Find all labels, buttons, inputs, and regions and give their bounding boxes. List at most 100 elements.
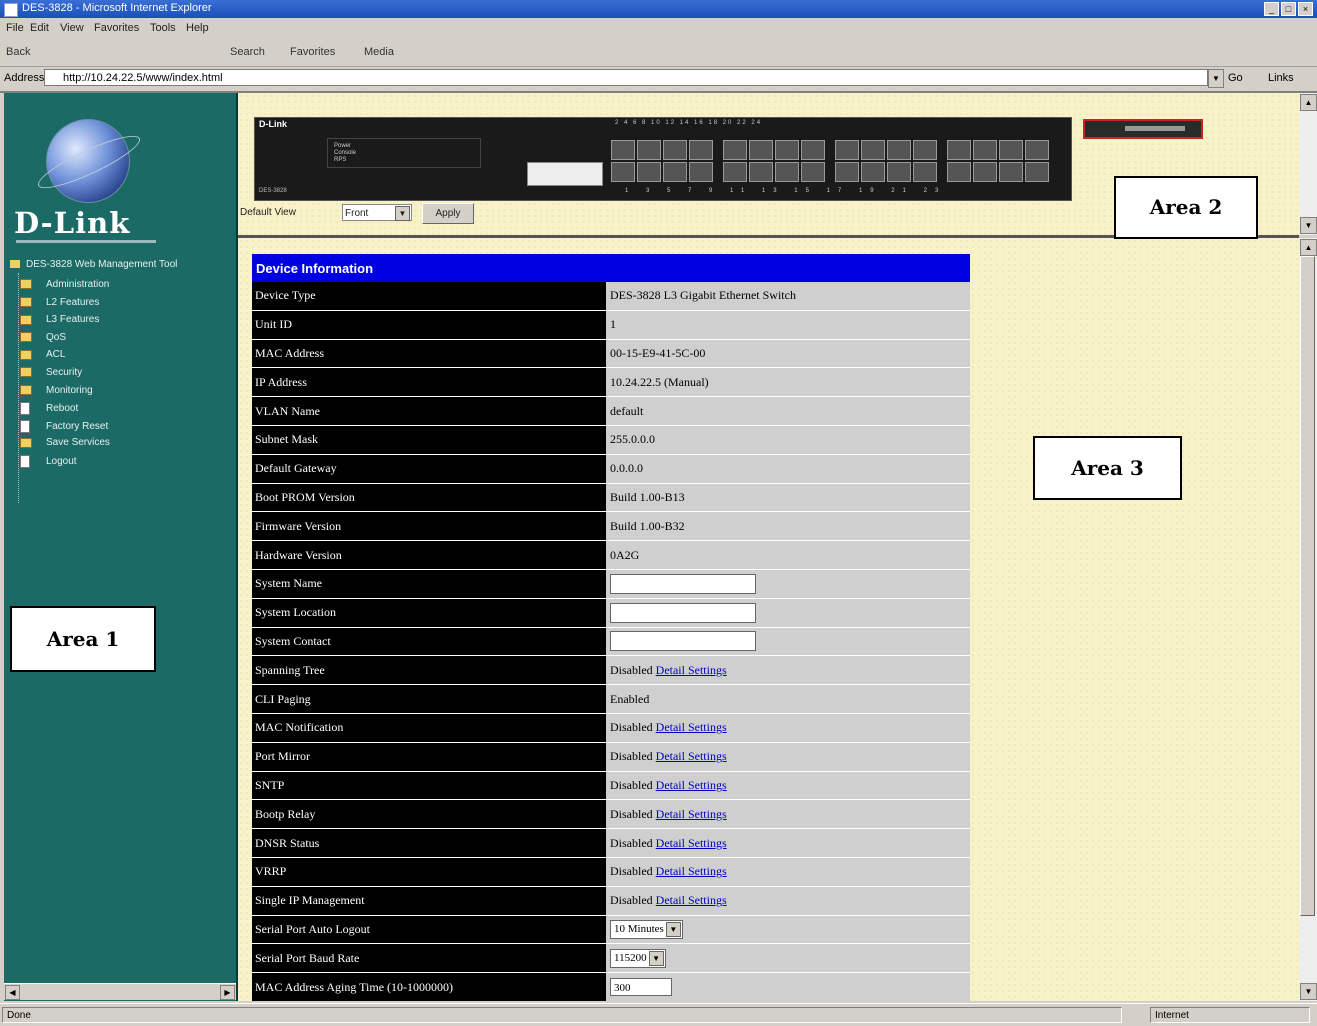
scroll-down-icon[interactable]: ▼ — [1300, 983, 1317, 1000]
ethernet-port[interactable] — [611, 162, 635, 182]
detail-settings-link[interactable]: Detail Settings — [656, 807, 727, 821]
scroll-right-icon[interactable]: ▶ — [220, 985, 235, 1000]
detail-settings-link[interactable]: Detail Settings — [656, 864, 727, 878]
detail-settings-link[interactable]: Detail Settings — [656, 749, 727, 763]
ethernet-port[interactable] — [611, 140, 635, 160]
scroll-up-icon[interactable]: ▲ — [1300, 239, 1317, 256]
sidebar-item-save-services[interactable]: Save Services — [20, 437, 110, 455]
ethernet-port[interactable] — [835, 140, 859, 160]
ethernet-port[interactable] — [861, 162, 885, 182]
ethernet-port[interactable] — [723, 162, 747, 182]
sidebar-horizontal-scrollbar[interactable]: ◀ ▶ — [4, 983, 236, 1000]
sidebar-item-administration[interactable]: Administration — [20, 279, 110, 297]
status-led-panel: Power Console RPS — [327, 138, 481, 168]
sidebar-item-label: Save Services — [46, 437, 110, 449]
main-frame-scrollbar[interactable]: ▲ ▼ — [1299, 238, 1317, 1001]
detail-settings-link[interactable]: Detail Settings — [656, 778, 727, 792]
media-button[interactable]: Media — [364, 46, 394, 58]
number-input[interactable]: 300 — [610, 978, 672, 997]
ethernet-port[interactable] — [947, 162, 971, 182]
ethernet-port[interactable] — [913, 162, 937, 182]
favorites-button[interactable]: Favorites — [290, 46, 335, 58]
menu-tools[interactable]: Tools — [150, 22, 176, 34]
links-button[interactable]: Links — [1268, 72, 1294, 84]
go-button[interactable]: Go — [1228, 72, 1243, 84]
row-label: VLAN Name — [252, 396, 606, 426]
ethernet-port[interactable] — [999, 162, 1023, 182]
ethernet-port[interactable] — [947, 140, 971, 160]
ethernet-port[interactable] — [887, 140, 911, 160]
ethernet-port[interactable] — [801, 162, 825, 182]
ethernet-port[interactable] — [637, 140, 661, 160]
text-input[interactable] — [610, 631, 756, 652]
select-field[interactable]: 10 Minutes ▼ — [610, 919, 683, 939]
ethernet-port[interactable] — [663, 162, 687, 182]
detail-settings-link[interactable]: Detail Settings — [656, 836, 727, 850]
table-row: CLI Paging Enabled — [252, 684, 970, 714]
address-dropdown-icon[interactable]: ▼ — [1208, 69, 1224, 88]
ethernet-port[interactable] — [723, 140, 747, 160]
sidebar-item-acl[interactable]: ACL — [20, 349, 110, 367]
row-label: Single IP Management — [252, 886, 606, 916]
menu-favorites[interactable]: Favorites — [94, 22, 139, 34]
ethernet-port[interactable] — [749, 162, 773, 182]
ethernet-port[interactable] — [1025, 162, 1049, 182]
sidebar-item-security[interactable]: Security — [20, 367, 110, 385]
row-value: Disabled Detail Settings — [606, 655, 970, 686]
detail-settings-link[interactable]: Detail Settings — [656, 893, 727, 907]
scroll-down-icon[interactable]: ▼ — [1300, 217, 1317, 234]
ethernet-port[interactable] — [775, 162, 799, 182]
ethernet-port[interactable] — [861, 140, 885, 160]
status-value: Disabled — [610, 777, 653, 792]
select-field[interactable]: 115200 ▼ — [610, 948, 666, 968]
row-label: Serial Port Baud Rate — [252, 943, 606, 974]
scroll-up-icon[interactable]: ▲ — [1300, 94, 1317, 111]
sidebar-item-reboot[interactable]: Reboot — [20, 402, 110, 420]
view-select[interactable]: Front ▼ — [342, 204, 412, 221]
detail-settings-link[interactable]: Detail Settings — [656, 720, 727, 734]
menu-help[interactable]: Help — [186, 22, 209, 34]
scrollbar-thumb[interactable] — [1300, 256, 1315, 916]
row-value — [606, 627, 970, 657]
search-button[interactable]: Search — [230, 46, 265, 58]
back-button[interactable]: Back — [6, 46, 30, 58]
top-frame-scrollbar[interactable]: ▲ ▼ — [1299, 93, 1317, 235]
ethernet-port[interactable] — [999, 140, 1023, 160]
text-input[interactable] — [610, 573, 756, 594]
menu-file[interactable]: File — [6, 22, 24, 34]
sidebar-item-l2-features[interactable]: L2 Features — [20, 297, 110, 315]
sidebar-item-monitoring[interactable]: Monitoring — [20, 385, 110, 403]
sidebar-item-l3-features[interactable]: L3 Features — [20, 314, 110, 332]
sidebar-item-factory-reset[interactable]: Factory Reset — [20, 419, 110, 438]
detail-settings-link[interactable]: Detail Settings — [656, 663, 727, 677]
address-input[interactable]: http://10.24.22.5/www/index.html — [44, 69, 1208, 86]
status-value: Disabled — [610, 806, 653, 821]
maximize-button[interactable]: □ — [1281, 2, 1296, 16]
minimize-button[interactable]: _ — [1264, 2, 1279, 16]
ethernet-port[interactable] — [749, 140, 773, 160]
sidebar-item-qos[interactable]: QoS — [20, 332, 110, 350]
ethernet-port[interactable] — [835, 162, 859, 182]
tree-root[interactable]: DES-3828 Web Management Tool — [10, 259, 177, 270]
ethernet-port[interactable] — [973, 140, 997, 160]
menu-view[interactable]: View — [60, 22, 84, 34]
ethernet-port[interactable] — [689, 140, 713, 160]
mini-switch-thumbnail[interactable] — [1083, 119, 1203, 139]
ethernet-port[interactable] — [775, 140, 799, 160]
close-button[interactable]: × — [1298, 2, 1313, 16]
ethernet-port[interactable] — [913, 140, 937, 160]
ethernet-port[interactable] — [801, 140, 825, 160]
menu-edit[interactable]: Edit — [30, 22, 49, 34]
ethernet-port[interactable] — [637, 162, 661, 182]
scroll-left-icon[interactable]: ◀ — [5, 985, 20, 1000]
status-text: Done — [2, 1007, 1122, 1023]
ethernet-port[interactable] — [973, 162, 997, 182]
ethernet-port[interactable] — [689, 162, 713, 182]
ethernet-port[interactable] — [887, 162, 911, 182]
console-port[interactable] — [527, 162, 603, 186]
ethernet-port[interactable] — [663, 140, 687, 160]
apply-button[interactable]: Apply — [422, 203, 474, 224]
sidebar-item-logout[interactable]: Logout — [20, 454, 110, 473]
ethernet-port[interactable] — [1025, 140, 1049, 160]
text-input[interactable] — [610, 602, 756, 623]
